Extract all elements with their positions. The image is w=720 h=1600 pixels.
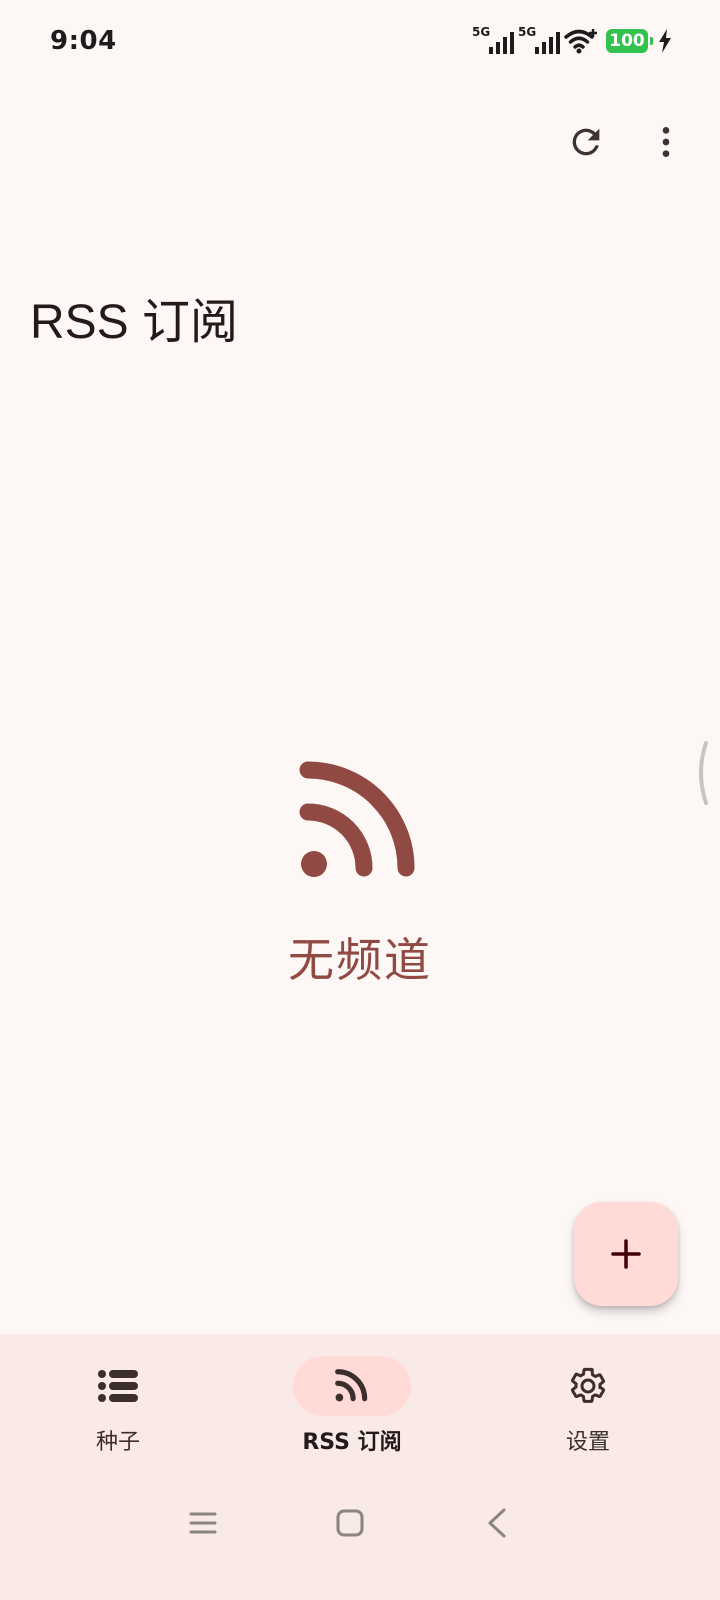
empty-state: 无频道	[0, 760, 720, 990]
sim2-signal: 5G	[518, 24, 560, 58]
add-feed-fab[interactable]	[574, 1202, 678, 1306]
nav-item-rss[interactable]: RSS 订阅	[252, 1356, 452, 1456]
status-time: 9:04	[50, 26, 117, 56]
page-title: RSS 订阅	[30, 296, 239, 349]
system-menu-button[interactable]	[178, 1498, 228, 1548]
more-options-button[interactable]	[636, 112, 696, 172]
menu-icon	[189, 1512, 217, 1534]
empty-state-message: 无频道	[288, 933, 432, 987]
refresh-button[interactable]	[556, 112, 616, 172]
list-icon	[98, 1370, 138, 1402]
nav-pill	[59, 1356, 177, 1416]
nav-label: 种子	[95, 1430, 140, 1455]
wifi-icon	[564, 29, 597, 54]
nav-pill-active	[293, 1356, 411, 1416]
nav-pill	[529, 1356, 647, 1416]
sim1-signal: 5G	[472, 24, 514, 58]
system-back-button[interactable]	[472, 1498, 522, 1548]
more-vert-icon	[662, 127, 670, 157]
status-bar: 9:04 5G 5G 100	[0, 0, 720, 86]
bottom-navigation: 种子 RSS 订阅 设置	[0, 1334, 720, 1600]
back-icon	[488, 1508, 506, 1538]
cell-signal-icon	[535, 32, 560, 54]
home-icon	[336, 1509, 364, 1537]
system-navigation-bar	[0, 1488, 720, 1558]
rss-feed-icon	[335, 1369, 368, 1402]
nav-item-torrents[interactable]: 种子	[18, 1356, 218, 1456]
add-icon	[611, 1239, 641, 1269]
nav-label: RSS 订阅	[302, 1430, 402, 1455]
system-home-button[interactable]	[325, 1498, 375, 1548]
rss-feed-icon	[299, 761, 415, 877]
refresh-icon	[572, 128, 600, 156]
charging-bolt-icon	[659, 29, 671, 53]
battery-indicator: 100	[606, 29, 653, 53]
cell-signal-icon	[489, 32, 514, 54]
top-app-bar-actions	[556, 112, 696, 172]
nav-label: 设置	[565, 1430, 610, 1455]
nav-item-settings[interactable]: 设置	[488, 1356, 688, 1456]
battery-level: 100	[609, 31, 645, 51]
gear-icon	[570, 1367, 606, 1403]
status-icons: 5G 5G 100	[472, 24, 672, 58]
